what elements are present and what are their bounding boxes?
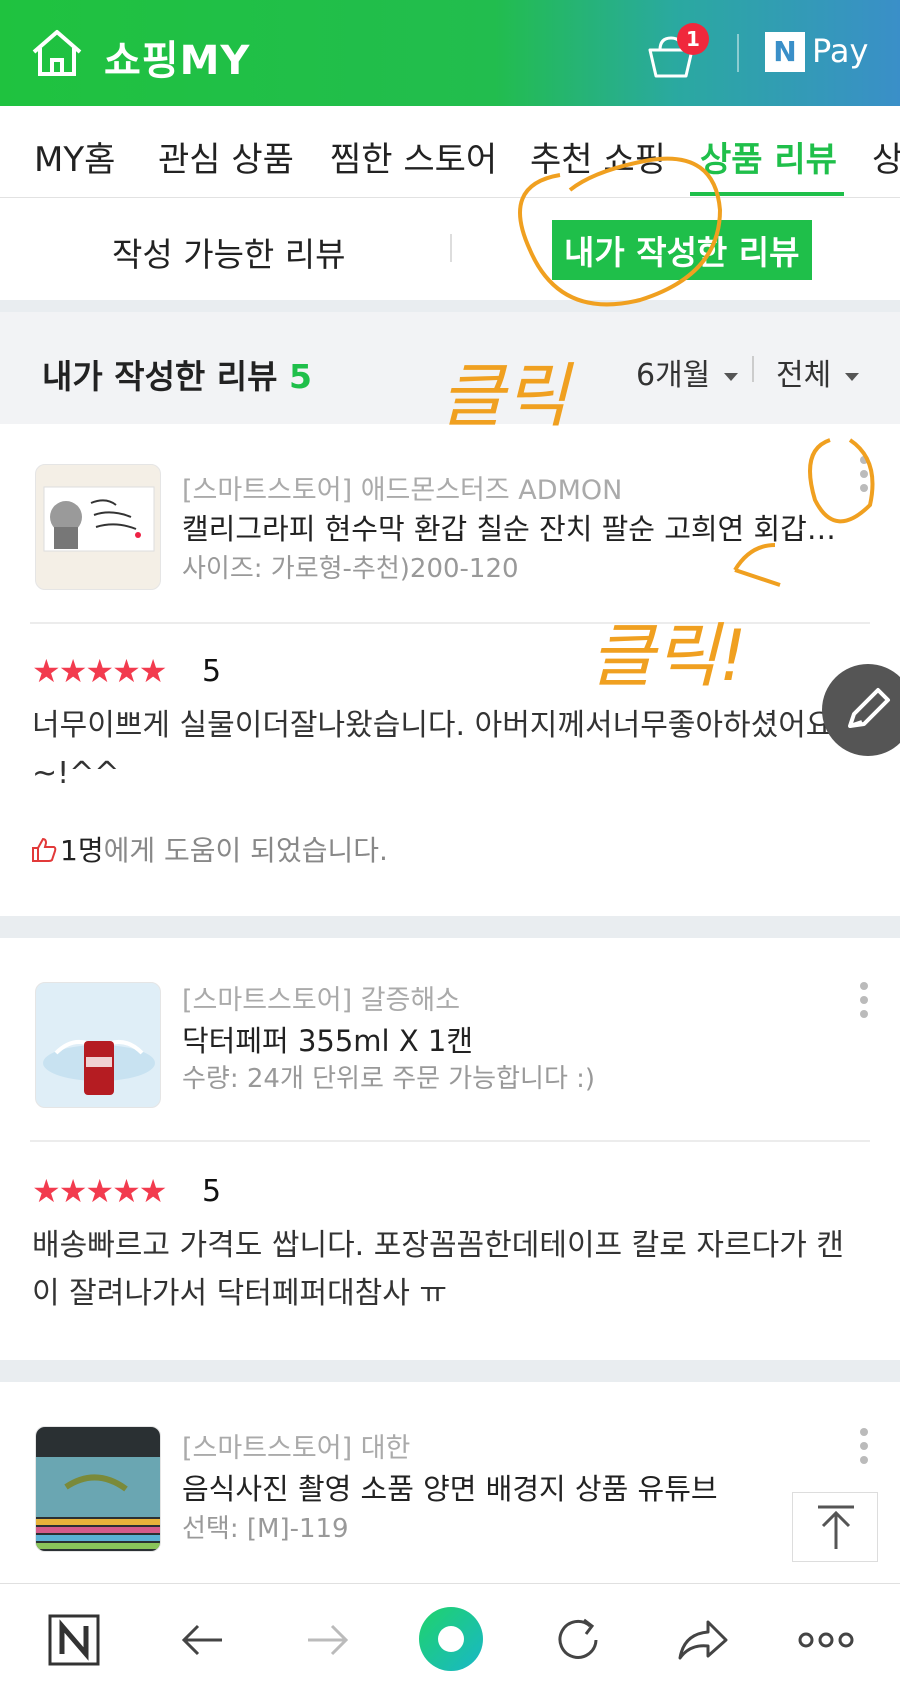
review-text: 너무이쁘게 실물이더잘나왔습니다. 아버지께서너무좋아하셨어요~!^^	[32, 708, 834, 791]
more-options-icon[interactable]	[856, 456, 872, 496]
product-name[interactable]: 음식사진 촬영 소품 양면 배경지 상품 유튜브	[182, 1466, 842, 1508]
review-card: [스마트스토어] 갈증해소 닥터페퍼 355ml X 1캔 수량: 24개 단위…	[0, 938, 900, 1360]
tab-interest-products[interactable]: 관심 상품	[158, 132, 294, 181]
rating-score: 5	[202, 654, 222, 689]
header-divider	[737, 34, 739, 72]
page-title: 쇼핑MY	[104, 38, 251, 84]
cart-count-badge: 1	[677, 23, 709, 55]
more-options-icon[interactable]	[856, 982, 872, 1022]
section-title: 내가 작성한 리뷰 5	[42, 350, 312, 398]
review-count: 5	[289, 357, 312, 396]
card-divider	[30, 1140, 870, 1142]
review-card: [스마트스토어] 대한 음식사진 촬영 소품 양면 배경지 상품 유튜브 선택:…	[0, 1382, 900, 1583]
refresh-icon[interactable]	[550, 1612, 606, 1668]
section-gap	[0, 300, 900, 312]
naver-home-icon[interactable]	[46, 1612, 102, 1668]
scroll-to-top-button[interactable]	[792, 1492, 878, 1562]
card-gap	[0, 916, 900, 938]
card-divider	[30, 622, 870, 624]
tab-my-home[interactable]: MY홈	[34, 132, 115, 181]
more-menu-icon[interactable]	[796, 1612, 856, 1668]
tab-recommended-shopping[interactable]: 추천 쇼핑	[530, 132, 666, 181]
npay-logo[interactable]: N	[765, 32, 805, 72]
helpful-count: 1명	[60, 834, 104, 867]
product-option: 사이즈: 가로형-추천)200-120	[182, 554, 519, 584]
npay-label[interactable]: Pay	[812, 32, 868, 70]
back-arrow-icon[interactable]	[174, 1612, 230, 1668]
thumbs-up-icon[interactable]	[30, 836, 58, 864]
review-list-header: 내가 작성한 리뷰 5 6개월 전체	[0, 312, 900, 424]
product-option: 선택: [M]-119	[182, 1514, 349, 1544]
review-text: 배송빠르고 가격도 쌉니다. 포장꼼꼼한데테이프 칼로 자르다가 캔이 잘려나가…	[32, 1228, 844, 1311]
product-name[interactable]: 캘리그라피 현수막 환갑 칠순 잔치 팔순 고희연 회갑 ...	[182, 506, 842, 548]
main-tabs: MY홈 관심 상품 찜한 스토어 추천 쇼핑 상품 리뷰 상	[0, 106, 900, 198]
store-name[interactable]: [스마트스토어] 갈증해소	[182, 978, 460, 1017]
subtab-divider	[450, 234, 452, 262]
type-filter-value: 전체	[776, 358, 832, 393]
card-gap	[0, 1360, 900, 1382]
product-thumbnail[interactable]	[35, 1426, 161, 1552]
tab-product-reviews[interactable]: 상품 리뷰	[700, 132, 837, 181]
period-filter-value: 6개월	[636, 358, 711, 393]
rating-score: 5	[202, 1174, 222, 1209]
filter-divider	[752, 356, 754, 382]
helpful-info: 1명에게 도움이 되었습니다.	[30, 829, 388, 869]
tab-more[interactable]: 상	[872, 132, 900, 181]
period-filter-dropdown[interactable]: 6개월	[636, 350, 739, 394]
chevron-down-icon	[724, 372, 739, 381]
product-thumbnail[interactable]	[35, 982, 161, 1108]
write-review-button[interactable]	[822, 664, 900, 756]
soda-can-image	[43, 1040, 155, 1095]
active-tab-indicator	[690, 192, 844, 196]
calligraphy-banner-image	[43, 486, 155, 552]
tab-favorite-stores[interactable]: 찜한 스토어	[330, 132, 497, 181]
star-rating: ★★★★★	[32, 652, 167, 690]
home-icon[interactable]	[30, 28, 84, 78]
photo-backdrop-image	[36, 1457, 160, 1549]
type-filter-dropdown[interactable]: 전체	[776, 350, 860, 394]
store-name[interactable]: [스마트스토어] 애드몬스터즈 ADMON	[182, 468, 622, 507]
star-rating: ★★★★★	[32, 1172, 167, 1210]
pencil-icon	[848, 688, 890, 728]
share-icon[interactable]	[674, 1612, 730, 1668]
more-options-icon[interactable]	[856, 1428, 872, 1468]
product-option: 수량: 24개 단위로 주문 가능합니다 :)	[182, 1064, 596, 1094]
subtab-my-reviews[interactable]: 내가 작성한 리뷰	[552, 220, 812, 280]
green-dot-icon[interactable]	[418, 1606, 484, 1672]
product-thumbnail[interactable]	[35, 464, 161, 590]
store-name[interactable]: [스마트스토어] 대한	[182, 1426, 410, 1465]
section-title-label: 내가 작성한 리뷰	[42, 357, 278, 396]
arrow-up-icon	[818, 1505, 854, 1549]
app-header: 쇼핑MY 1 N Pay	[0, 0, 900, 106]
forward-arrow-icon[interactable]	[300, 1612, 356, 1668]
review-subtabs: 작성 가능한 리뷰 내가 작성한 리뷰	[0, 198, 900, 300]
review-card: [스마트스토어] 애드몬스터즈 ADMON 캘리그라피 현수막 환갑 칠순 잔치…	[0, 424, 900, 916]
product-name[interactable]: 닥터페퍼 355ml X 1캔	[182, 1018, 842, 1060]
chevron-down-icon	[845, 372, 860, 381]
browser-bottom-bar	[0, 1583, 900, 1693]
helpful-suffix: 에게 도움이 되었습니다.	[103, 834, 388, 867]
subtab-writable-reviews[interactable]: 작성 가능한 리뷰	[112, 228, 346, 276]
